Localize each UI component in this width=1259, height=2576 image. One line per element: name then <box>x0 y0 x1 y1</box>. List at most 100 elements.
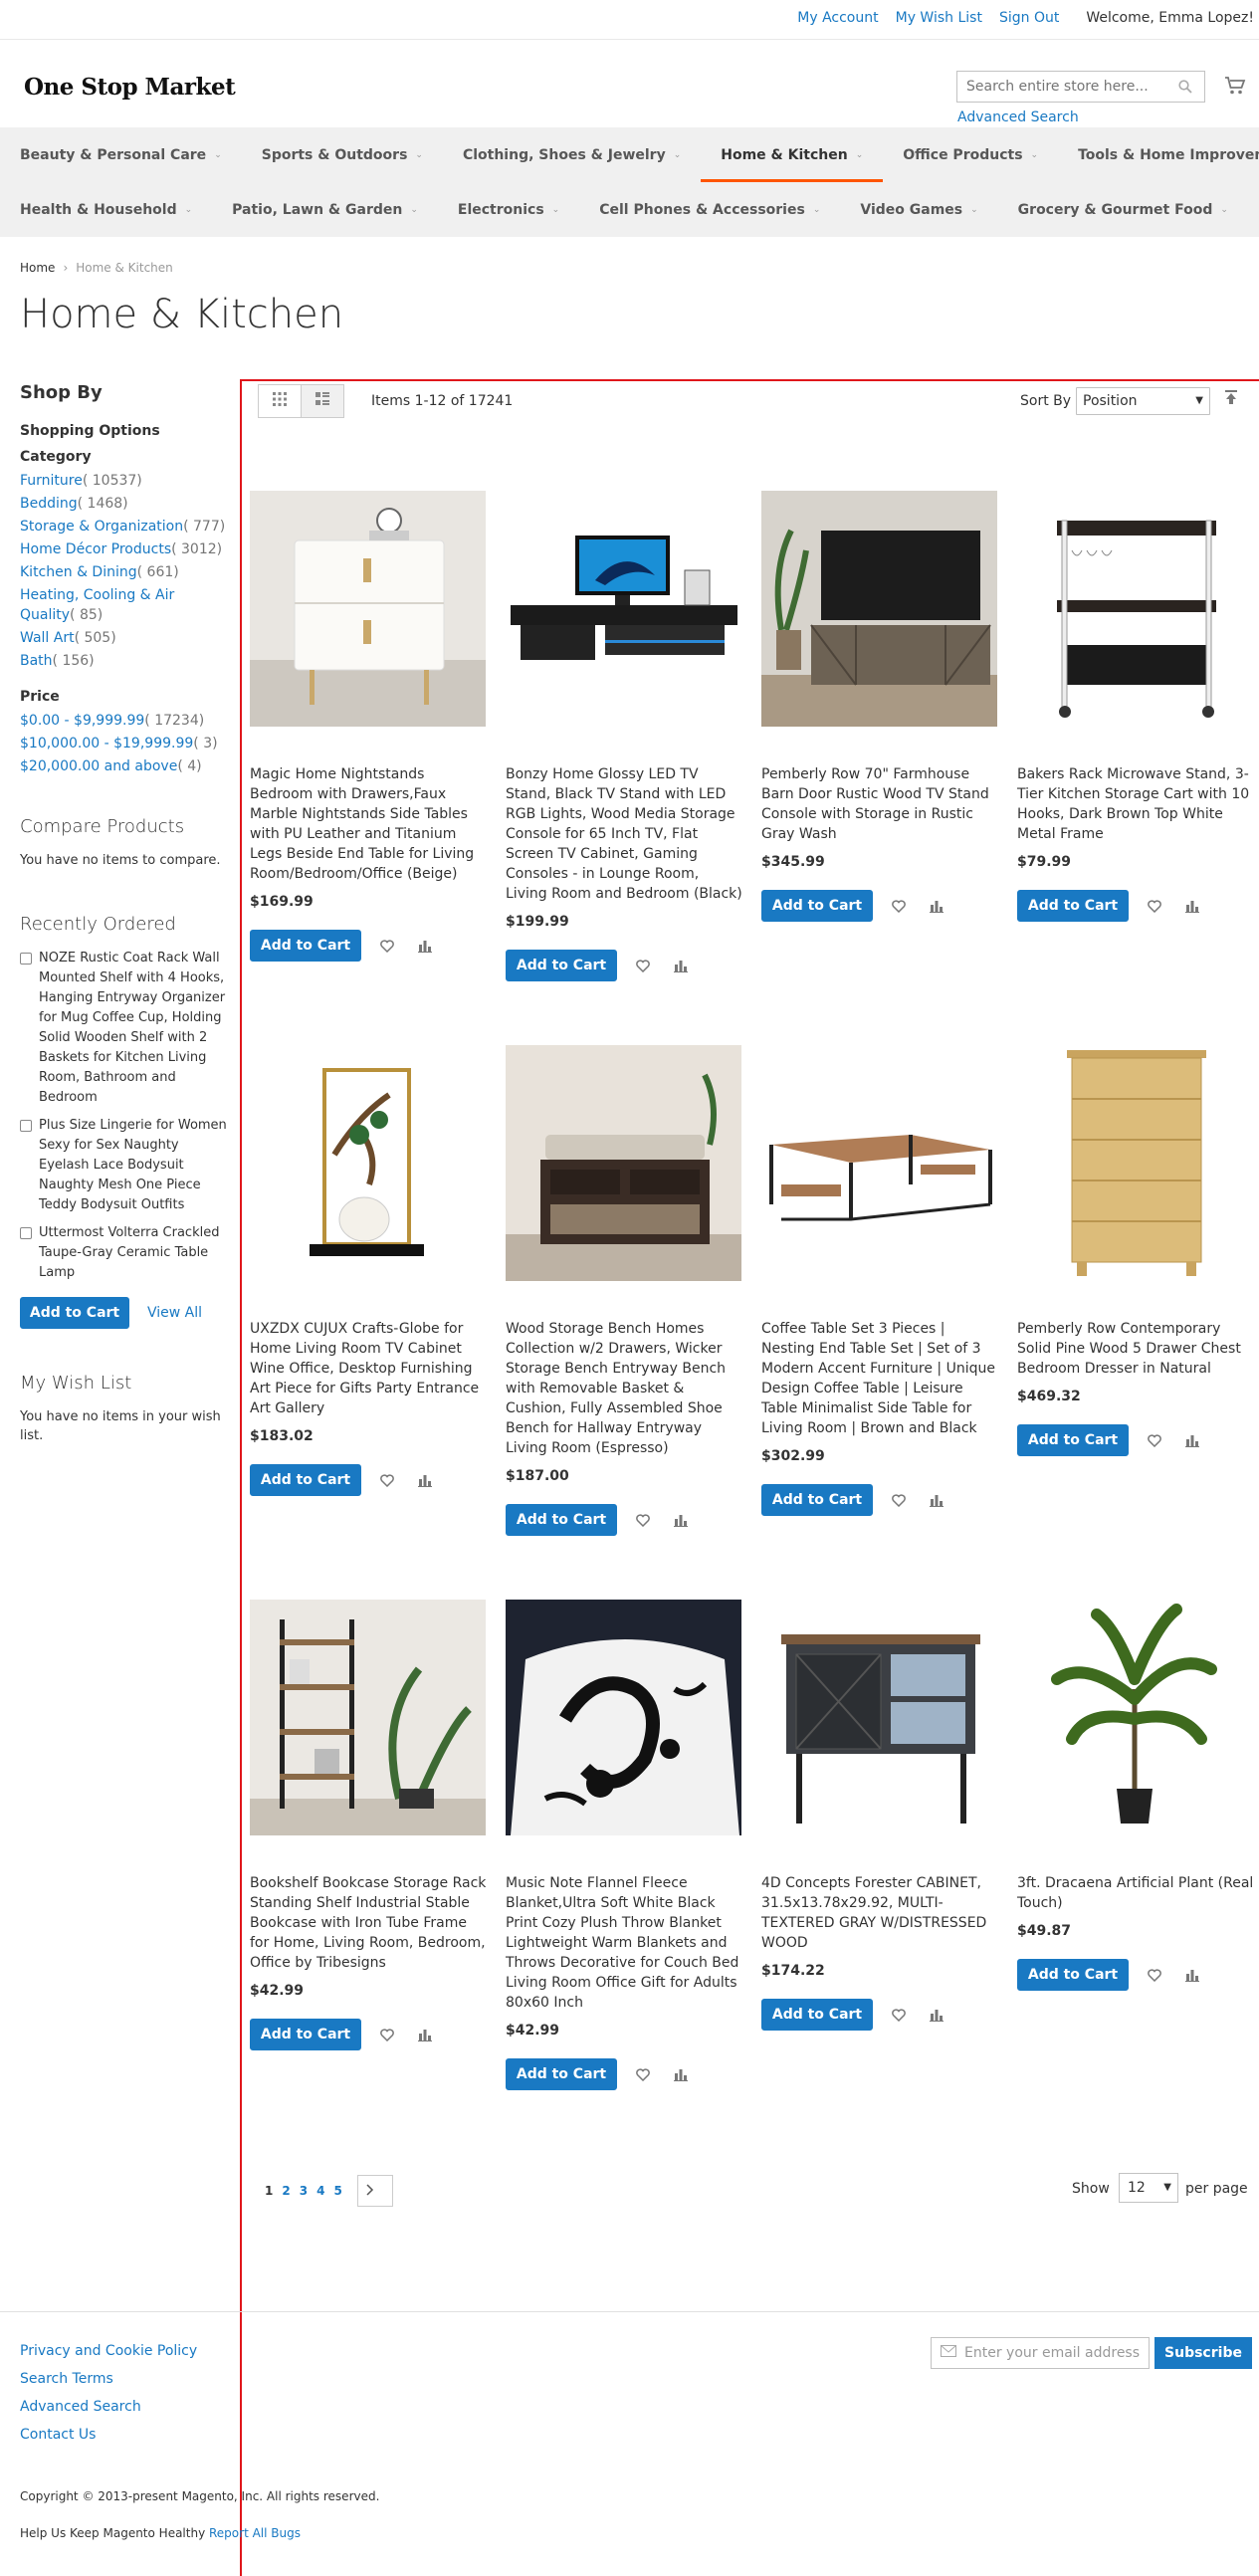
filter-option[interactable]: Bath( 156) <box>20 651 229 671</box>
next-page-button[interactable] <box>356 2175 393 2207</box>
product-image[interactable] <box>250 1045 486 1281</box>
wishlist-heart-icon[interactable] <box>631 1513 655 1527</box>
add-to-cart-button[interactable]: Add to Cart <box>1017 1959 1129 1991</box>
wishlist-heart-icon[interactable] <box>1143 1968 1166 1982</box>
wishlist-heart-icon[interactable] <box>631 2067 655 2081</box>
product-name[interactable]: Bakers Rack Microwave Stand, 3-Tier Kitc… <box>1017 764 1254 844</box>
wishlist-heart-icon[interactable] <box>887 1493 911 1507</box>
add-to-cart-button[interactable]: Add to Cart <box>506 2058 617 2090</box>
wishlist-heart-icon[interactable] <box>887 2008 911 2022</box>
contact-us-link[interactable]: Contact Us <box>20 2427 96 2443</box>
add-to-cart-button[interactable]: Add to Cart <box>761 890 873 922</box>
page-link[interactable]: 4 <box>316 2184 324 2198</box>
limit-select[interactable]: 12 ▼ <box>1119 2173 1178 2203</box>
compare-icon[interactable] <box>925 1493 948 1507</box>
product-name[interactable]: 3ft. Dracaena Artificial Plant (Real Tou… <box>1017 1873 1254 1913</box>
filter-option[interactable]: Heating, Cooling & Air Quality( 85) <box>20 585 229 625</box>
filter-link[interactable]: Furniture <box>20 473 83 489</box>
nav-video-games[interactable]: Video Games ⌄ <box>840 182 997 237</box>
nav-home-kitchen[interactable]: Home & Kitchen ⌄ <box>701 127 884 182</box>
filter-option[interactable]: Furniture( 10537) <box>20 471 229 491</box>
product-image[interactable] <box>250 1600 486 1835</box>
filter-link[interactable]: $10,000.00 - $19,999.99 <box>20 736 193 751</box>
add-to-cart-button[interactable]: Add to Cart <box>506 950 617 981</box>
product-name[interactable]: Coffee Table Set 3 Pieces | Nesting End … <box>761 1319 998 1438</box>
filter-link[interactable]: Home Décor Products <box>20 541 171 557</box>
filter-link[interactable]: Storage & Organization <box>20 519 183 535</box>
compare-icon[interactable] <box>925 2008 948 2022</box>
nav-cell-phones[interactable]: Cell Phones & Accessories ⌄ <box>579 182 840 237</box>
recent-item-checkbox[interactable] <box>20 1227 32 1239</box>
search-icon[interactable] <box>1178 80 1192 98</box>
product-image[interactable] <box>506 1600 741 1835</box>
recent-add-to-cart-button[interactable]: Add to Cart <box>20 1297 129 1329</box>
product-name[interactable]: 4D Concepts Forester CABINET, 31.5x13.78… <box>761 1873 998 1953</box>
recent-item-checkbox[interactable] <box>20 953 32 965</box>
product-image[interactable] <box>761 1600 997 1835</box>
filter-link[interactable]: $20,000.00 and above <box>20 758 177 774</box>
nav-patio[interactable]: Patio, Lawn & Garden ⌄ <box>212 182 438 237</box>
product-name[interactable]: Pemberly Row Contemporary Solid Pine Woo… <box>1017 1319 1254 1379</box>
wishlist-heart-icon[interactable] <box>1143 899 1166 913</box>
product-image[interactable] <box>1017 491 1253 727</box>
my-account-link[interactable]: My Account <box>797 10 878 26</box>
product-name[interactable]: Wood Storage Bench Homes Collection w/2 … <box>506 1319 742 1458</box>
page-link[interactable]: 3 <box>300 2184 308 2198</box>
filter-link[interactable]: Wall Art <box>20 630 75 646</box>
recent-item-name[interactable]: NOZE Rustic Coat Rack Wall Mounted Shelf… <box>39 949 229 1108</box>
filter-option[interactable]: Home Décor Products( 3012) <box>20 539 229 559</box>
search-terms-link[interactable]: Search Terms <box>20 2371 113 2387</box>
advanced-search-link[interactable]: Advanced Search <box>957 109 1079 125</box>
compare-icon[interactable] <box>1180 899 1204 913</box>
add-to-cart-button[interactable]: Add to Cart <box>761 1484 873 1516</box>
breadcrumb-home[interactable]: Home <box>20 261 55 275</box>
compare-icon[interactable] <box>413 1473 437 1487</box>
filter-option[interactable]: $10,000.00 - $19,999.99( 3) <box>20 734 229 753</box>
filter-option[interactable]: $20,000.00 and above( 4) <box>20 756 229 776</box>
product-name[interactable]: Bonzy Home Glossy LED TV Stand, Black TV… <box>506 764 742 904</box>
filter-option[interactable]: Storage & Organization( 777) <box>20 517 229 537</box>
wishlist-heart-icon[interactable] <box>887 899 911 913</box>
report-bugs-link[interactable]: Report All Bugs <box>209 2526 301 2540</box>
filter-option[interactable]: Wall Art( 505) <box>20 628 229 648</box>
privacy-link[interactable]: Privacy and Cookie Policy <box>20 2343 197 2359</box>
nav-clothing[interactable]: Clothing, Shoes & Jewelry ⌄ <box>443 127 701 182</box>
nav-health[interactable]: Health & Household ⌄ <box>0 182 212 237</box>
product-image[interactable] <box>506 1045 741 1281</box>
sign-out-link[interactable]: Sign Out <box>999 10 1059 26</box>
nav-office[interactable]: Office Products ⌄ <box>883 127 1058 182</box>
compare-icon[interactable] <box>669 2067 693 2081</box>
product-name[interactable]: Pemberly Row 70" Farmhouse Barn Door Rus… <box>761 764 998 844</box>
compare-icon[interactable] <box>413 939 437 953</box>
page-link[interactable]: 2 <box>282 2184 290 2198</box>
footer-advanced-search-link[interactable]: Advanced Search <box>20 2399 141 2415</box>
recent-item-checkbox[interactable] <box>20 1120 32 1132</box>
wishlist-heart-icon[interactable] <box>375 2028 399 2041</box>
product-name[interactable]: Music Note Flannel Fleece Blanket,Ultra … <box>506 1873 742 2013</box>
product-name[interactable]: Magic Home Nightstands Bedroom with Draw… <box>250 764 487 884</box>
store-logo[interactable]: One Stop Market <box>24 74 236 101</box>
filter-link[interactable]: Bedding <box>20 496 78 512</box>
page-link[interactable]: 5 <box>333 2184 341 2198</box>
recent-view-all-link[interactable]: View All <box>147 1305 202 1321</box>
sort-direction-arrow-icon[interactable] <box>1225 390 1237 408</box>
wishlist-heart-icon[interactable] <box>1143 1433 1166 1447</box>
nav-electronics[interactable]: Electronics ⌄ <box>438 182 579 237</box>
product-image[interactable] <box>1017 1600 1253 1835</box>
compare-icon[interactable] <box>925 899 948 913</box>
add-to-cart-button[interactable]: Add to Cart <box>250 2019 361 2050</box>
add-to-cart-button[interactable]: Add to Cart <box>1017 890 1129 922</box>
compare-icon[interactable] <box>1180 1968 1204 1982</box>
sort-select[interactable]: Position ▼ <box>1076 387 1210 415</box>
product-image[interactable] <box>506 491 741 727</box>
nav-beauty[interactable]: Beauty & Personal Care ⌄ <box>0 127 242 182</box>
add-to-cart-button[interactable]: Add to Cart <box>506 1504 617 1536</box>
add-to-cart-button[interactable]: Add to Cart <box>250 1464 361 1496</box>
product-name[interactable]: UXZDX CUJUX Crafts-Globe for Home Living… <box>250 1319 487 1418</box>
list-view-button[interactable] <box>301 384 344 418</box>
subscribe-button[interactable]: Subscribe <box>1154 2337 1252 2369</box>
compare-icon[interactable] <box>669 959 693 972</box>
compare-icon[interactable] <box>1180 1433 1204 1447</box>
product-name[interactable]: Bookshelf Bookcase Storage Rack Standing… <box>250 1873 487 1973</box>
nav-grocery[interactable]: Grocery & Gourmet Food ⌄ <box>998 182 1248 237</box>
